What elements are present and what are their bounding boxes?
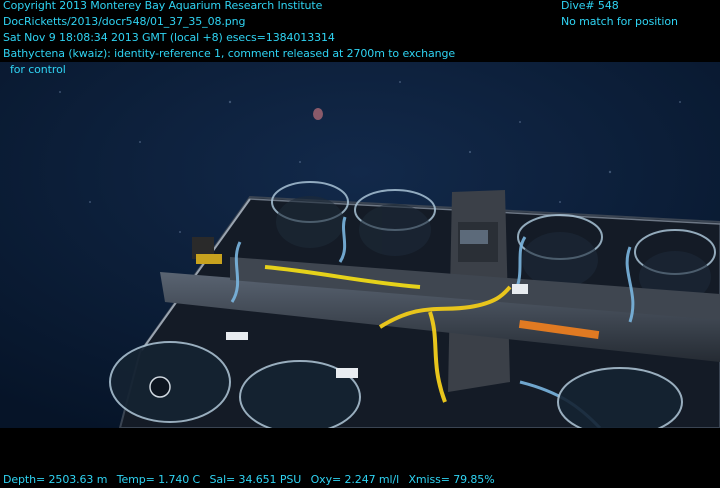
annotation-line: Bathyctena (kwaiz): identity-reference 1… bbox=[3, 47, 456, 60]
file-path-line: DocRicketts/2013/docr548/01_37_35_08.png bbox=[3, 15, 246, 28]
salinity-readout: Sal= 34.651 PSU bbox=[209, 473, 302, 486]
deep-sea-scene bbox=[0, 62, 720, 428]
header-overlay: Copyright 2013 Monterey Bay Aquarium Res… bbox=[3, 0, 455, 78]
rov-sampler-illustration bbox=[0, 62, 720, 428]
transmissometer-readout: Xmiss= 79.85% bbox=[408, 473, 495, 486]
annotation-continuation: for control bbox=[10, 63, 66, 76]
oxygen-readout: Oxy= 2.247 ml/l bbox=[310, 473, 400, 486]
video-frame: Copyright 2013 Monterey Bay Aquarium Res… bbox=[0, 0, 720, 486]
temperature-readout: Temp= 1.740 C bbox=[116, 473, 201, 486]
timestamp-line: Sat Nov 9 18:08:34 2013 GMT (local +8) e… bbox=[3, 31, 335, 44]
copyright-line: Copyright 2013 Monterey Bay Aquarium Res… bbox=[3, 0, 323, 12]
ctenophore-specimen bbox=[313, 108, 323, 120]
dive-label: Dive# 548 bbox=[561, 0, 619, 12]
position-status: No match for position bbox=[561, 15, 678, 28]
dive-info-overlay: Dive# 548 No match for position bbox=[561, 0, 678, 30]
depth-readout: Depth= 2503.63 m bbox=[3, 473, 108, 486]
